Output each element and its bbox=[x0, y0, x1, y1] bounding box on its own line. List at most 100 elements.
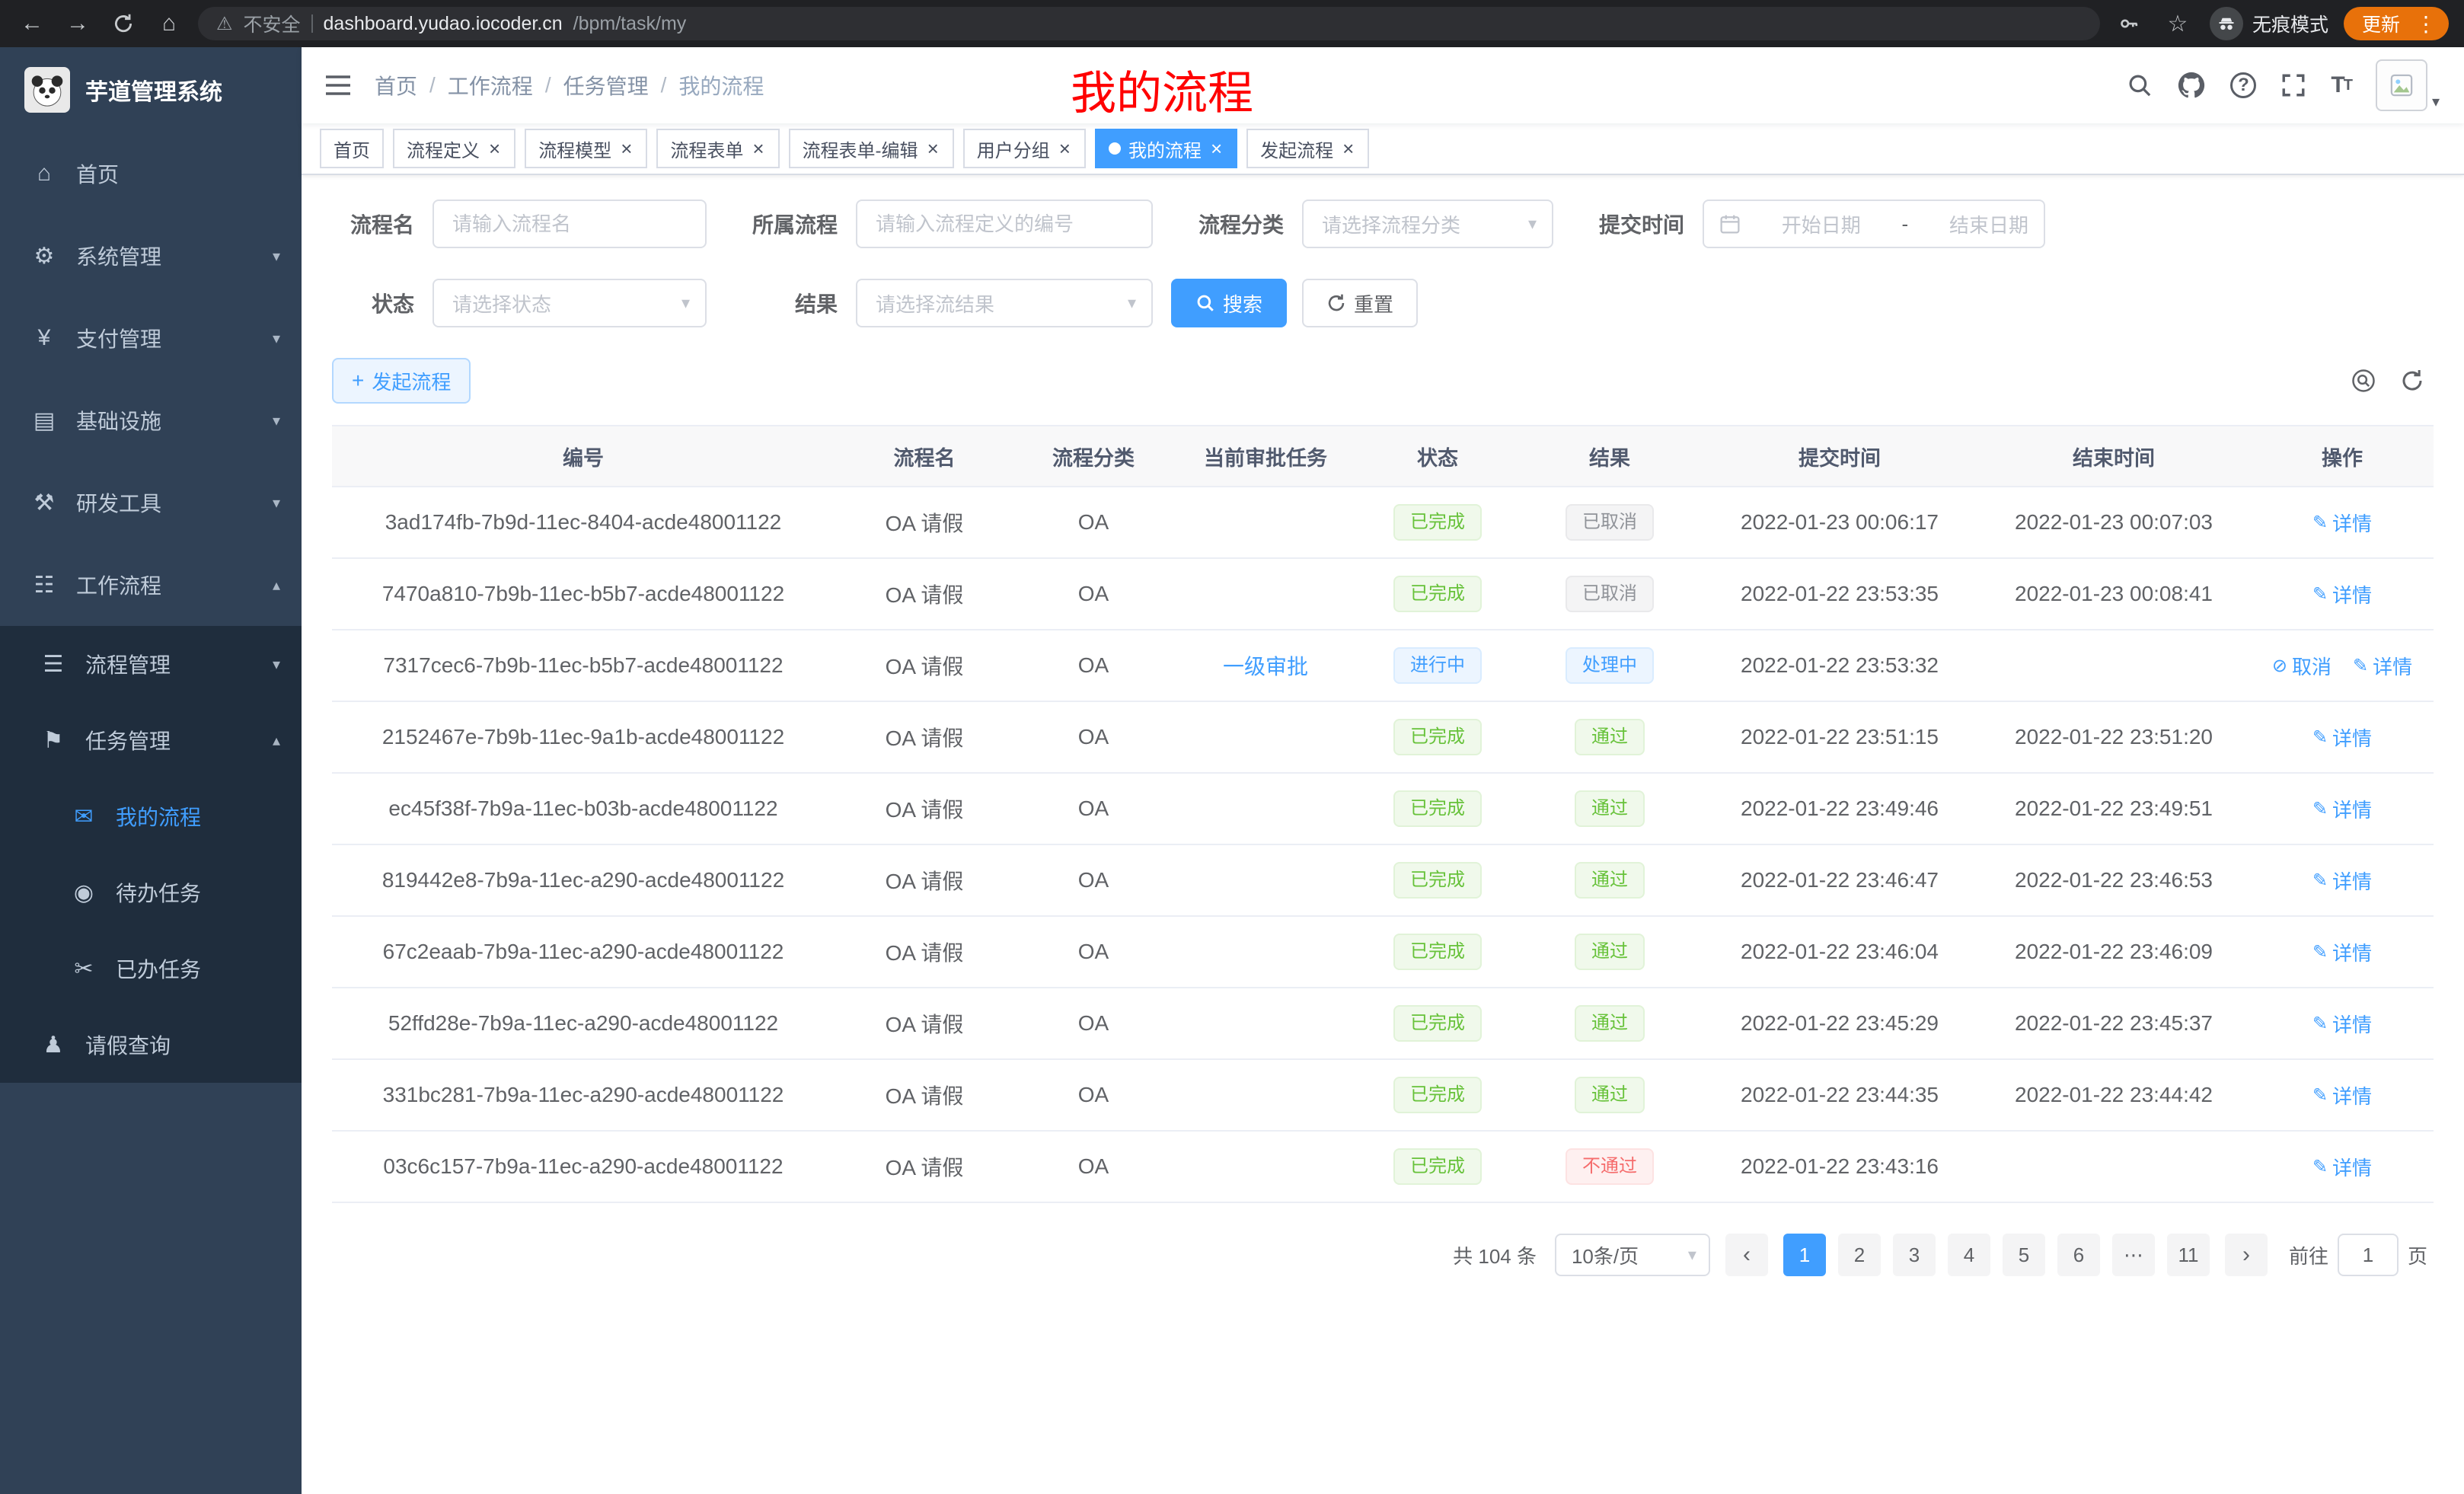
back-icon[interactable]: ← bbox=[15, 7, 49, 40]
cell-end-time: 2022-01-22 23:51:20 bbox=[1977, 701, 2251, 773]
font-size-icon[interactable]: TT bbox=[2331, 72, 2351, 98]
tab-close-icon[interactable]: × bbox=[926, 139, 940, 158]
date-range-picker[interactable]: 开始日期 - 结束日期 bbox=[1703, 200, 2045, 248]
github-icon[interactable] bbox=[2177, 71, 2206, 100]
tab-流程定义[interactable]: 流程定义 × bbox=[393, 129, 515, 168]
status-tag: 已完成 bbox=[1393, 862, 1482, 899]
detail-action[interactable]: ✎详情 bbox=[2312, 1010, 2372, 1038]
page-size-select[interactable]: 10条/页 ▾ bbox=[1555, 1234, 1710, 1276]
address-bar[interactable]: ⚠ 不安全 dashboard.yudao.iocoder.cn/bpm/tas… bbox=[198, 7, 2100, 40]
tab-close-icon[interactable]: × bbox=[1209, 139, 1224, 158]
cell-name: OA 请假 bbox=[835, 630, 1014, 701]
status-tag: 通过 bbox=[1575, 862, 1645, 899]
tab-close-icon[interactable]: × bbox=[751, 139, 765, 158]
sidebar-item-leave-query[interactable]: ♟ 请假查询 bbox=[0, 1007, 302, 1083]
cell-result: 不通过 bbox=[1517, 1131, 1703, 1202]
tab-close-icon[interactable]: × bbox=[1058, 139, 1072, 158]
pager-page-3[interactable]: 3 bbox=[1893, 1234, 1936, 1276]
sidebar-item-workflow[interactable]: ☷ 工作流程 ▴ bbox=[0, 544, 302, 626]
start-process-button[interactable]: + 发起流程 bbox=[332, 358, 471, 404]
pager-page-2[interactable]: 2 bbox=[1838, 1234, 1881, 1276]
sidebar-item-done-tasks[interactable]: ✂ 已办任务 bbox=[0, 931, 302, 1007]
tab-我的流程[interactable]: 我的流程 × bbox=[1095, 129, 1237, 168]
pager-next-button[interactable]: › bbox=[2225, 1234, 2268, 1276]
breadcrumb-item[interactable]: 工作流程 bbox=[448, 70, 533, 101]
help-icon[interactable]: ? bbox=[2230, 72, 2256, 98]
detail-action[interactable]: ✎详情 bbox=[2312, 580, 2372, 608]
forward-icon[interactable]: → bbox=[61, 7, 94, 40]
sidebar-item-home[interactable]: ⌂ 首页 bbox=[0, 132, 302, 215]
detail-action[interactable]: ✎详情 bbox=[2312, 867, 2372, 895]
pagination: 共 104 条 10条/页 ▾ ‹ 123456⋯11 › 前往 页 bbox=[332, 1203, 2434, 1276]
pager-more-button[interactable]: ⋯ bbox=[2112, 1234, 2155, 1276]
cell-submit-time: 2022-01-22 23:49:46 bbox=[1703, 773, 1977, 844]
reset-button[interactable]: 重置 bbox=[1302, 279, 1418, 327]
update-button[interactable]: 更新 ⋮ bbox=[2344, 7, 2449, 40]
detail-action[interactable]: ✎详情 bbox=[2312, 1081, 2372, 1109]
toggle-search-icon[interactable] bbox=[2351, 369, 2376, 393]
tab-首页[interactable]: 首页 bbox=[320, 129, 384, 168]
hamburger-icon[interactable] bbox=[302, 47, 375, 123]
sidebar-item-infrastructure[interactable]: ▤ 基础设施 ▾ bbox=[0, 379, 302, 461]
home-icon[interactable]: ⌂ bbox=[152, 7, 186, 40]
detail-action[interactable]: ✎详情 bbox=[2312, 938, 2372, 966]
search-button[interactable]: 搜索 bbox=[1171, 279, 1287, 327]
breadcrumb-item[interactable]: 任务管理 bbox=[563, 70, 649, 101]
pager-page-11[interactable]: 11 bbox=[2167, 1234, 2210, 1276]
goto-page-input[interactable] bbox=[2338, 1234, 2399, 1276]
search-icon[interactable] bbox=[2127, 72, 2153, 98]
current-task-link[interactable]: 一级审批 bbox=[1223, 655, 1308, 678]
sidebar-item-task-management[interactable]: ⚑ 任务管理 ▴ bbox=[0, 702, 302, 778]
process-definition-input[interactable] bbox=[856, 200, 1153, 248]
tab-流程表单[interactable]: 流程表单 × bbox=[656, 129, 779, 168]
result-select[interactable]: 请选择流结果 ▾ bbox=[856, 279, 1153, 327]
tab-用户分组[interactable]: 用户分组 × bbox=[963, 129, 1086, 168]
cell-result: 通过 bbox=[1517, 773, 1703, 844]
status-select[interactable]: 请选择状态 ▾ bbox=[432, 279, 707, 327]
tab-发起流程[interactable]: 发起流程 × bbox=[1246, 129, 1369, 168]
sidebar-item-payment-management[interactable]: ¥ 支付管理 ▾ bbox=[0, 297, 302, 379]
sidebar-item-system-management[interactable]: ⚙ 系统管理 ▾ bbox=[0, 215, 302, 297]
tab-流程模型[interactable]: 流程模型 × bbox=[525, 129, 647, 168]
tab-close-icon[interactable]: × bbox=[619, 139, 634, 158]
detail-action[interactable]: ✎详情 bbox=[2312, 1153, 2372, 1181]
cell-name: OA 请假 bbox=[835, 701, 1014, 773]
pager-page-1[interactable]: 1 bbox=[1783, 1234, 1826, 1276]
process-management-icon: ☰ bbox=[37, 651, 70, 678]
cell-current-task bbox=[1173, 701, 1358, 773]
pager-page-6[interactable]: 6 bbox=[2057, 1234, 2100, 1276]
cell-name: OA 请假 bbox=[835, 844, 1014, 916]
cancel-action[interactable]: ⊘取消 bbox=[2272, 652, 2332, 680]
sidebar-logo[interactable]: 芋道管理系统 bbox=[0, 47, 302, 132]
detail-action[interactable]: ✎详情 bbox=[2353, 652, 2412, 680]
key-icon[interactable] bbox=[2112, 7, 2146, 40]
detail-action[interactable]: ✎详情 bbox=[2312, 509, 2372, 537]
browser-menu-icon[interactable]: ⋮ bbox=[2409, 11, 2443, 37]
start-date-placeholder[interactable]: 开始日期 bbox=[1782, 210, 1861, 238]
cell-actions: ✎详情 bbox=[2251, 988, 2434, 1059]
pager-page-4[interactable]: 4 bbox=[1948, 1234, 1990, 1276]
sidebar-item-process-management[interactable]: ☰ 流程管理 ▾ bbox=[0, 626, 302, 702]
detail-action[interactable]: ✎详情 bbox=[2312, 795, 2372, 823]
breadcrumb-item[interactable]: 首页 bbox=[375, 70, 417, 101]
tab-流程表单-编辑[interactable]: 流程表单-编辑 × bbox=[789, 129, 954, 168]
detail-action[interactable]: ✎详情 bbox=[2312, 723, 2372, 752]
sidebar-item-my-process[interactable]: ✉ 我的流程 bbox=[0, 778, 302, 854]
category-select[interactable]: 请选择流程分类 ▾ bbox=[1302, 200, 1553, 248]
tab-close-icon[interactable]: × bbox=[1341, 139, 1355, 158]
process-name-input[interactable] bbox=[432, 200, 707, 248]
refresh-icon[interactable] bbox=[2400, 369, 2424, 393]
fullscreen-icon[interactable] bbox=[2280, 72, 2306, 98]
pager-page-5[interactable]: 5 bbox=[2003, 1234, 2045, 1276]
app-title: 芋道管理系统 bbox=[85, 73, 222, 107]
cell-category: OA bbox=[1014, 630, 1173, 701]
pager-prev-button[interactable]: ‹ bbox=[1725, 1234, 1768, 1276]
sidebar-item-todo-tasks[interactable]: ◉ 待办任务 bbox=[0, 854, 302, 931]
logo-panda-icon bbox=[24, 67, 70, 113]
reload-icon[interactable] bbox=[107, 7, 140, 40]
tab-close-icon[interactable]: × bbox=[487, 139, 502, 158]
user-menu[interactable]: ▾ bbox=[2376, 59, 2440, 111]
sidebar-item-dev-tools[interactable]: ⚒ 研发工具 ▾ bbox=[0, 461, 302, 544]
end-date-placeholder[interactable]: 结束日期 bbox=[1949, 210, 2028, 238]
bookmark-star-icon[interactable]: ☆ bbox=[2161, 7, 2194, 40]
